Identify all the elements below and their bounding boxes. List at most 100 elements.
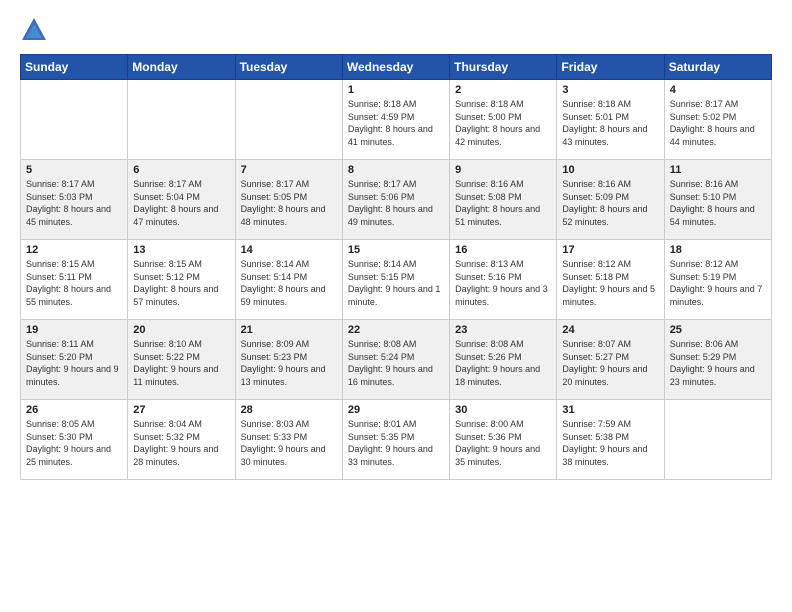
day-info: Sunrise: 8:18 AM Sunset: 5:01 PM Dayligh… xyxy=(562,98,658,148)
day-number: 5 xyxy=(26,164,122,176)
weekday-header-saturday: Saturday xyxy=(664,55,771,80)
calendar-week-1: 1 Sunrise: 8:18 AM Sunset: 4:59 PM Daylig… xyxy=(21,80,772,160)
logo xyxy=(20,16,52,44)
day-info: Sunrise: 8:12 AM Sunset: 5:18 PM Dayligh… xyxy=(562,258,658,308)
calendar-cell: 13 Sunrise: 8:15 AM Sunset: 5:12 PM Dayli… xyxy=(128,240,235,320)
calendar-cell xyxy=(235,80,342,160)
day-number: 19 xyxy=(26,324,122,336)
day-info: Sunrise: 8:17 AM Sunset: 5:06 PM Dayligh… xyxy=(348,178,444,228)
day-info: Sunrise: 8:15 AM Sunset: 5:11 PM Dayligh… xyxy=(26,258,122,308)
day-info: Sunrise: 8:03 AM Sunset: 5:33 PM Dayligh… xyxy=(241,418,337,468)
calendar-week-3: 12 Sunrise: 8:15 AM Sunset: 5:11 PM Dayli… xyxy=(21,240,772,320)
weekday-header-monday: Monday xyxy=(128,55,235,80)
day-number: 16 xyxy=(455,244,551,256)
day-number: 1 xyxy=(348,84,444,96)
calendar-cell: 5 Sunrise: 8:17 AM Sunset: 5:03 PM Daylig… xyxy=(21,160,128,240)
calendar-cell: 18 Sunrise: 8:12 AM Sunset: 5:19 PM Dayli… xyxy=(664,240,771,320)
calendar-cell: 15 Sunrise: 8:14 AM Sunset: 5:15 PM Dayli… xyxy=(342,240,449,320)
logo-icon xyxy=(20,16,48,44)
calendar-cell: 6 Sunrise: 8:17 AM Sunset: 5:04 PM Daylig… xyxy=(128,160,235,240)
day-number: 11 xyxy=(670,164,766,176)
calendar-cell: 30 Sunrise: 8:00 AM Sunset: 5:36 PM Dayli… xyxy=(450,400,557,480)
day-info: Sunrise: 8:06 AM Sunset: 5:29 PM Dayligh… xyxy=(670,338,766,388)
calendar-cell: 19Sunrise: 8:11 AM Sunset: 5:20 PM Dayli… xyxy=(21,320,128,400)
day-info: Sunrise: 8:17 AM Sunset: 5:02 PM Dayligh… xyxy=(670,98,766,148)
day-info: Sunrise: 8:08 AM Sunset: 5:24 PM Dayligh… xyxy=(348,338,444,388)
day-number: 17 xyxy=(562,244,658,256)
day-info: Sunrise: 8:17 AM Sunset: 5:04 PM Dayligh… xyxy=(133,178,229,228)
weekday-header-tuesday: Tuesday xyxy=(235,55,342,80)
calendar-cell: 2 Sunrise: 8:18 AM Sunset: 5:00 PM Daylig… xyxy=(450,80,557,160)
day-number: 24 xyxy=(562,324,658,336)
day-info: Sunrise: 8:09 AM Sunset: 5:23 PM Dayligh… xyxy=(241,338,337,388)
day-info: Sunrise: 8:14 AM Sunset: 5:14 PM Dayligh… xyxy=(241,258,337,308)
calendar-cell: 16Sunrise: 8:13 AM Sunset: 5:16 PM Dayli… xyxy=(450,240,557,320)
calendar-cell: 26Sunrise: 8:05 AM Sunset: 5:30 PM Dayli… xyxy=(21,400,128,480)
day-number: 28 xyxy=(241,404,337,416)
day-number: 31 xyxy=(562,404,658,416)
calendar-cell xyxy=(664,400,771,480)
calendar-cell: 22 Sunrise: 8:08 AM Sunset: 5:24 PM Dayli… xyxy=(342,320,449,400)
calendar-week-2: 5 Sunrise: 8:17 AM Sunset: 5:03 PM Daylig… xyxy=(21,160,772,240)
header xyxy=(20,16,772,44)
day-number: 12 xyxy=(26,244,122,256)
day-number: 20 xyxy=(133,324,229,336)
day-number: 18 xyxy=(670,244,766,256)
calendar-cell: 14Sunrise: 8:14 AM Sunset: 5:14 PM Dayli… xyxy=(235,240,342,320)
day-number: 22 xyxy=(348,324,444,336)
calendar-cell: 27Sunrise: 8:04 AM Sunset: 5:32 PM Dayli… xyxy=(128,400,235,480)
day-info: Sunrise: 8:16 AM Sunset: 5:10 PM Dayligh… xyxy=(670,178,766,228)
day-info: Sunrise: 8:14 AM Sunset: 5:15 PM Dayligh… xyxy=(348,258,444,308)
calendar-cell: 11 Sunrise: 8:16 AM Sunset: 5:10 PM Dayli… xyxy=(664,160,771,240)
calendar-cell: 1 Sunrise: 8:18 AM Sunset: 4:59 PM Daylig… xyxy=(342,80,449,160)
day-info: Sunrise: 8:17 AM Sunset: 5:03 PM Dayligh… xyxy=(26,178,122,228)
calendar-cell xyxy=(128,80,235,160)
day-info: Sunrise: 7:59 AM Sunset: 5:38 PM Dayligh… xyxy=(562,418,658,468)
day-info: Sunrise: 8:01 AM Sunset: 5:35 PM Dayligh… xyxy=(348,418,444,468)
calendar-cell: 8 Sunrise: 8:17 AM Sunset: 5:06 PM Daylig… xyxy=(342,160,449,240)
day-number: 25 xyxy=(670,324,766,336)
day-number: 4 xyxy=(670,84,766,96)
calendar-table: SundayMondayTuesdayWednesdayThursdayFrid… xyxy=(20,54,772,480)
weekday-header-thursday: Thursday xyxy=(450,55,557,80)
day-number: 15 xyxy=(348,244,444,256)
day-info: Sunrise: 8:16 AM Sunset: 5:09 PM Dayligh… xyxy=(562,178,658,228)
day-info: Sunrise: 8:18 AM Sunset: 4:59 PM Dayligh… xyxy=(348,98,444,148)
day-info: Sunrise: 8:08 AM Sunset: 5:26 PM Dayligh… xyxy=(455,338,551,388)
calendar-cell: 4 Sunrise: 8:17 AM Sunset: 5:02 PM Daylig… xyxy=(664,80,771,160)
calendar-cell: 31 Sunrise: 7:59 AM Sunset: 5:38 PM Dayli… xyxy=(557,400,664,480)
day-info: Sunrise: 8:12 AM Sunset: 5:19 PM Dayligh… xyxy=(670,258,766,308)
calendar-week-4: 19Sunrise: 8:11 AM Sunset: 5:20 PM Dayli… xyxy=(21,320,772,400)
day-info: Sunrise: 8:15 AM Sunset: 5:12 PM Dayligh… xyxy=(133,258,229,308)
day-info: Sunrise: 8:05 AM Sunset: 5:30 PM Dayligh… xyxy=(26,418,122,468)
weekday-header-friday: Friday xyxy=(557,55,664,80)
calendar-cell: 7Sunrise: 8:17 AM Sunset: 5:05 PM Daylig… xyxy=(235,160,342,240)
day-number: 9 xyxy=(455,164,551,176)
day-info: Sunrise: 8:07 AM Sunset: 5:27 PM Dayligh… xyxy=(562,338,658,388)
calendar-cell xyxy=(21,80,128,160)
day-info: Sunrise: 8:00 AM Sunset: 5:36 PM Dayligh… xyxy=(455,418,551,468)
day-number: 30 xyxy=(455,404,551,416)
day-number: 2 xyxy=(455,84,551,96)
weekday-header-wednesday: Wednesday xyxy=(342,55,449,80)
calendar-cell: 24 Sunrise: 8:07 AM Sunset: 5:27 PM Dayli… xyxy=(557,320,664,400)
calendar-cell: 23 Sunrise: 8:08 AM Sunset: 5:26 PM Dayli… xyxy=(450,320,557,400)
calendar-cell: 29Sunrise: 8:01 AM Sunset: 5:35 PM Dayli… xyxy=(342,400,449,480)
calendar-cell: 17 Sunrise: 8:12 AM Sunset: 5:18 PM Dayli… xyxy=(557,240,664,320)
calendar-cell: 28 Sunrise: 8:03 AM Sunset: 5:33 PM Dayli… xyxy=(235,400,342,480)
day-number: 23 xyxy=(455,324,551,336)
day-number: 21 xyxy=(241,324,337,336)
calendar-cell: 3Sunrise: 8:18 AM Sunset: 5:01 PM Daylig… xyxy=(557,80,664,160)
calendar-cell: 20 Sunrise: 8:10 AM Sunset: 5:22 PM Dayli… xyxy=(128,320,235,400)
day-number: 6 xyxy=(133,164,229,176)
weekday-header-row: SundayMondayTuesdayWednesdayThursdayFrid… xyxy=(21,55,772,80)
day-number: 13 xyxy=(133,244,229,256)
day-info: Sunrise: 8:17 AM Sunset: 5:05 PM Dayligh… xyxy=(241,178,337,228)
day-info: Sunrise: 8:18 AM Sunset: 5:00 PM Dayligh… xyxy=(455,98,551,148)
calendar-header: SundayMondayTuesdayWednesdayThursdayFrid… xyxy=(21,55,772,80)
calendar-cell: 10 Sunrise: 8:16 AM Sunset: 5:09 PM Dayli… xyxy=(557,160,664,240)
calendar-body: 1 Sunrise: 8:18 AM Sunset: 4:59 PM Daylig… xyxy=(21,80,772,480)
day-number: 8 xyxy=(348,164,444,176)
day-info: Sunrise: 8:10 AM Sunset: 5:22 PM Dayligh… xyxy=(133,338,229,388)
day-number: 10 xyxy=(562,164,658,176)
